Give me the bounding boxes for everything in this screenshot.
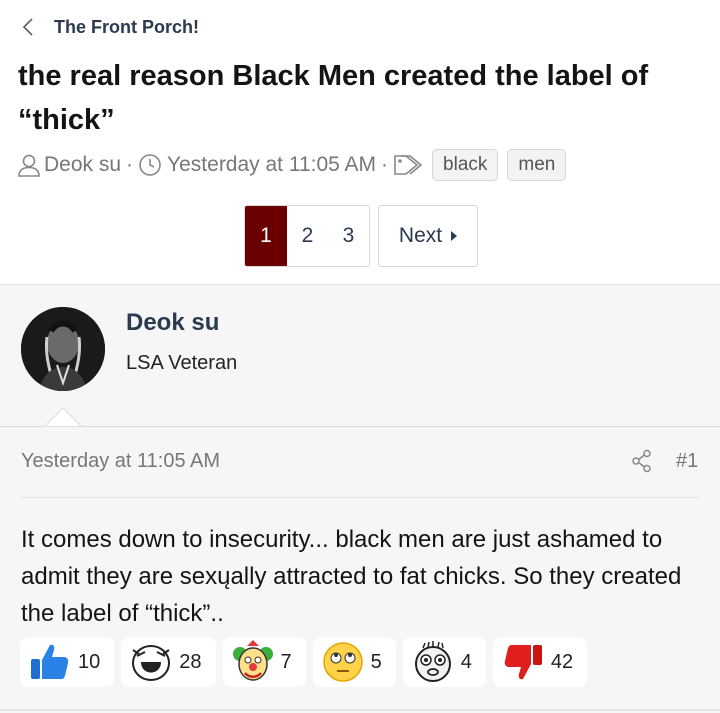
post-author-title: LSA Veteran [126, 352, 238, 374]
thread-meta: Deok su · Yesterday at 11:05 AM · black … [16, 148, 567, 182]
thumbs-down-icon [501, 640, 545, 684]
post: Deok su LSA Veteran Yesterday at 11:05 A… [0, 284, 720, 713]
next-page-label: Next [398, 224, 443, 247]
thumbs-up-icon [28, 640, 72, 684]
message-arrow [44, 407, 82, 427]
tags-icon [393, 153, 423, 177]
divider [21, 497, 699, 498]
reaction-eye-roll[interactable]: 5 [312, 637, 396, 687]
reaction-dislike[interactable]: 42 [492, 637, 588, 687]
page-2-link[interactable]: 2 [287, 206, 328, 266]
reaction-count: 7 [280, 650, 292, 673]
thread-header: The Front Porch! the real reason Black M… [0, 0, 720, 284]
reaction-count: 28 [179, 650, 202, 673]
reaction-bar: 10 28 7 5 4 42 [20, 637, 594, 687]
reaction-like[interactable]: 10 [20, 637, 115, 687]
post-bottom-border [0, 709, 720, 711]
user-icon [16, 152, 42, 178]
reaction-count: 5 [370, 650, 382, 673]
share-icon[interactable] [631, 449, 653, 473]
meta-separator: · [381, 153, 389, 176]
clown-face-icon [231, 640, 275, 684]
page-3-link[interactable]: 3 [328, 206, 369, 266]
reaction-count: 42 [550, 650, 574, 673]
chevron-left-icon[interactable] [22, 14, 38, 40]
reaction-crazy[interactable]: 4 [402, 637, 486, 687]
post-author-name[interactable]: Deok su [126, 309, 219, 337]
thread-title: the real reason Black Men created the la… [18, 60, 649, 136]
avatar[interactable] [21, 307, 105, 391]
reaction-clown[interactable]: 7 [222, 637, 306, 687]
caret-right-icon [451, 231, 458, 241]
pagination: 1 2 3 Next [244, 205, 478, 267]
breadcrumb-link[interactable]: The Front Porch! [54, 17, 199, 38]
post-number[interactable]: #1 [676, 450, 698, 473]
page-list: 1 2 3 [244, 205, 370, 267]
reaction-count: 4 [460, 650, 472, 673]
divider [0, 426, 720, 427]
eye-roll-face-icon [321, 640, 365, 684]
thread-author[interactable]: Deok su [44, 153, 121, 177]
tag-men[interactable]: men [507, 149, 567, 181]
crazy-face-icon [411, 640, 455, 684]
tag-black[interactable]: black [432, 149, 499, 181]
next-page-button[interactable]: Next [378, 205, 478, 267]
meta-separator: · [126, 153, 134, 176]
laughing-face-icon [129, 640, 173, 684]
reaction-haha[interactable]: 28 [121, 637, 216, 687]
post-body: It comes down to insecurity... black men… [21, 526, 682, 627]
clock-icon [138, 153, 162, 177]
post-date[interactable]: Yesterday at 11:05 AM [21, 450, 220, 473]
page-1-link[interactable]: 1 [245, 206, 287, 266]
reaction-count: 10 [78, 650, 101, 673]
thread-date[interactable]: Yesterday at 11:05 AM [167, 153, 376, 177]
breadcrumb[interactable]: The Front Porch! [22, 14, 199, 40]
